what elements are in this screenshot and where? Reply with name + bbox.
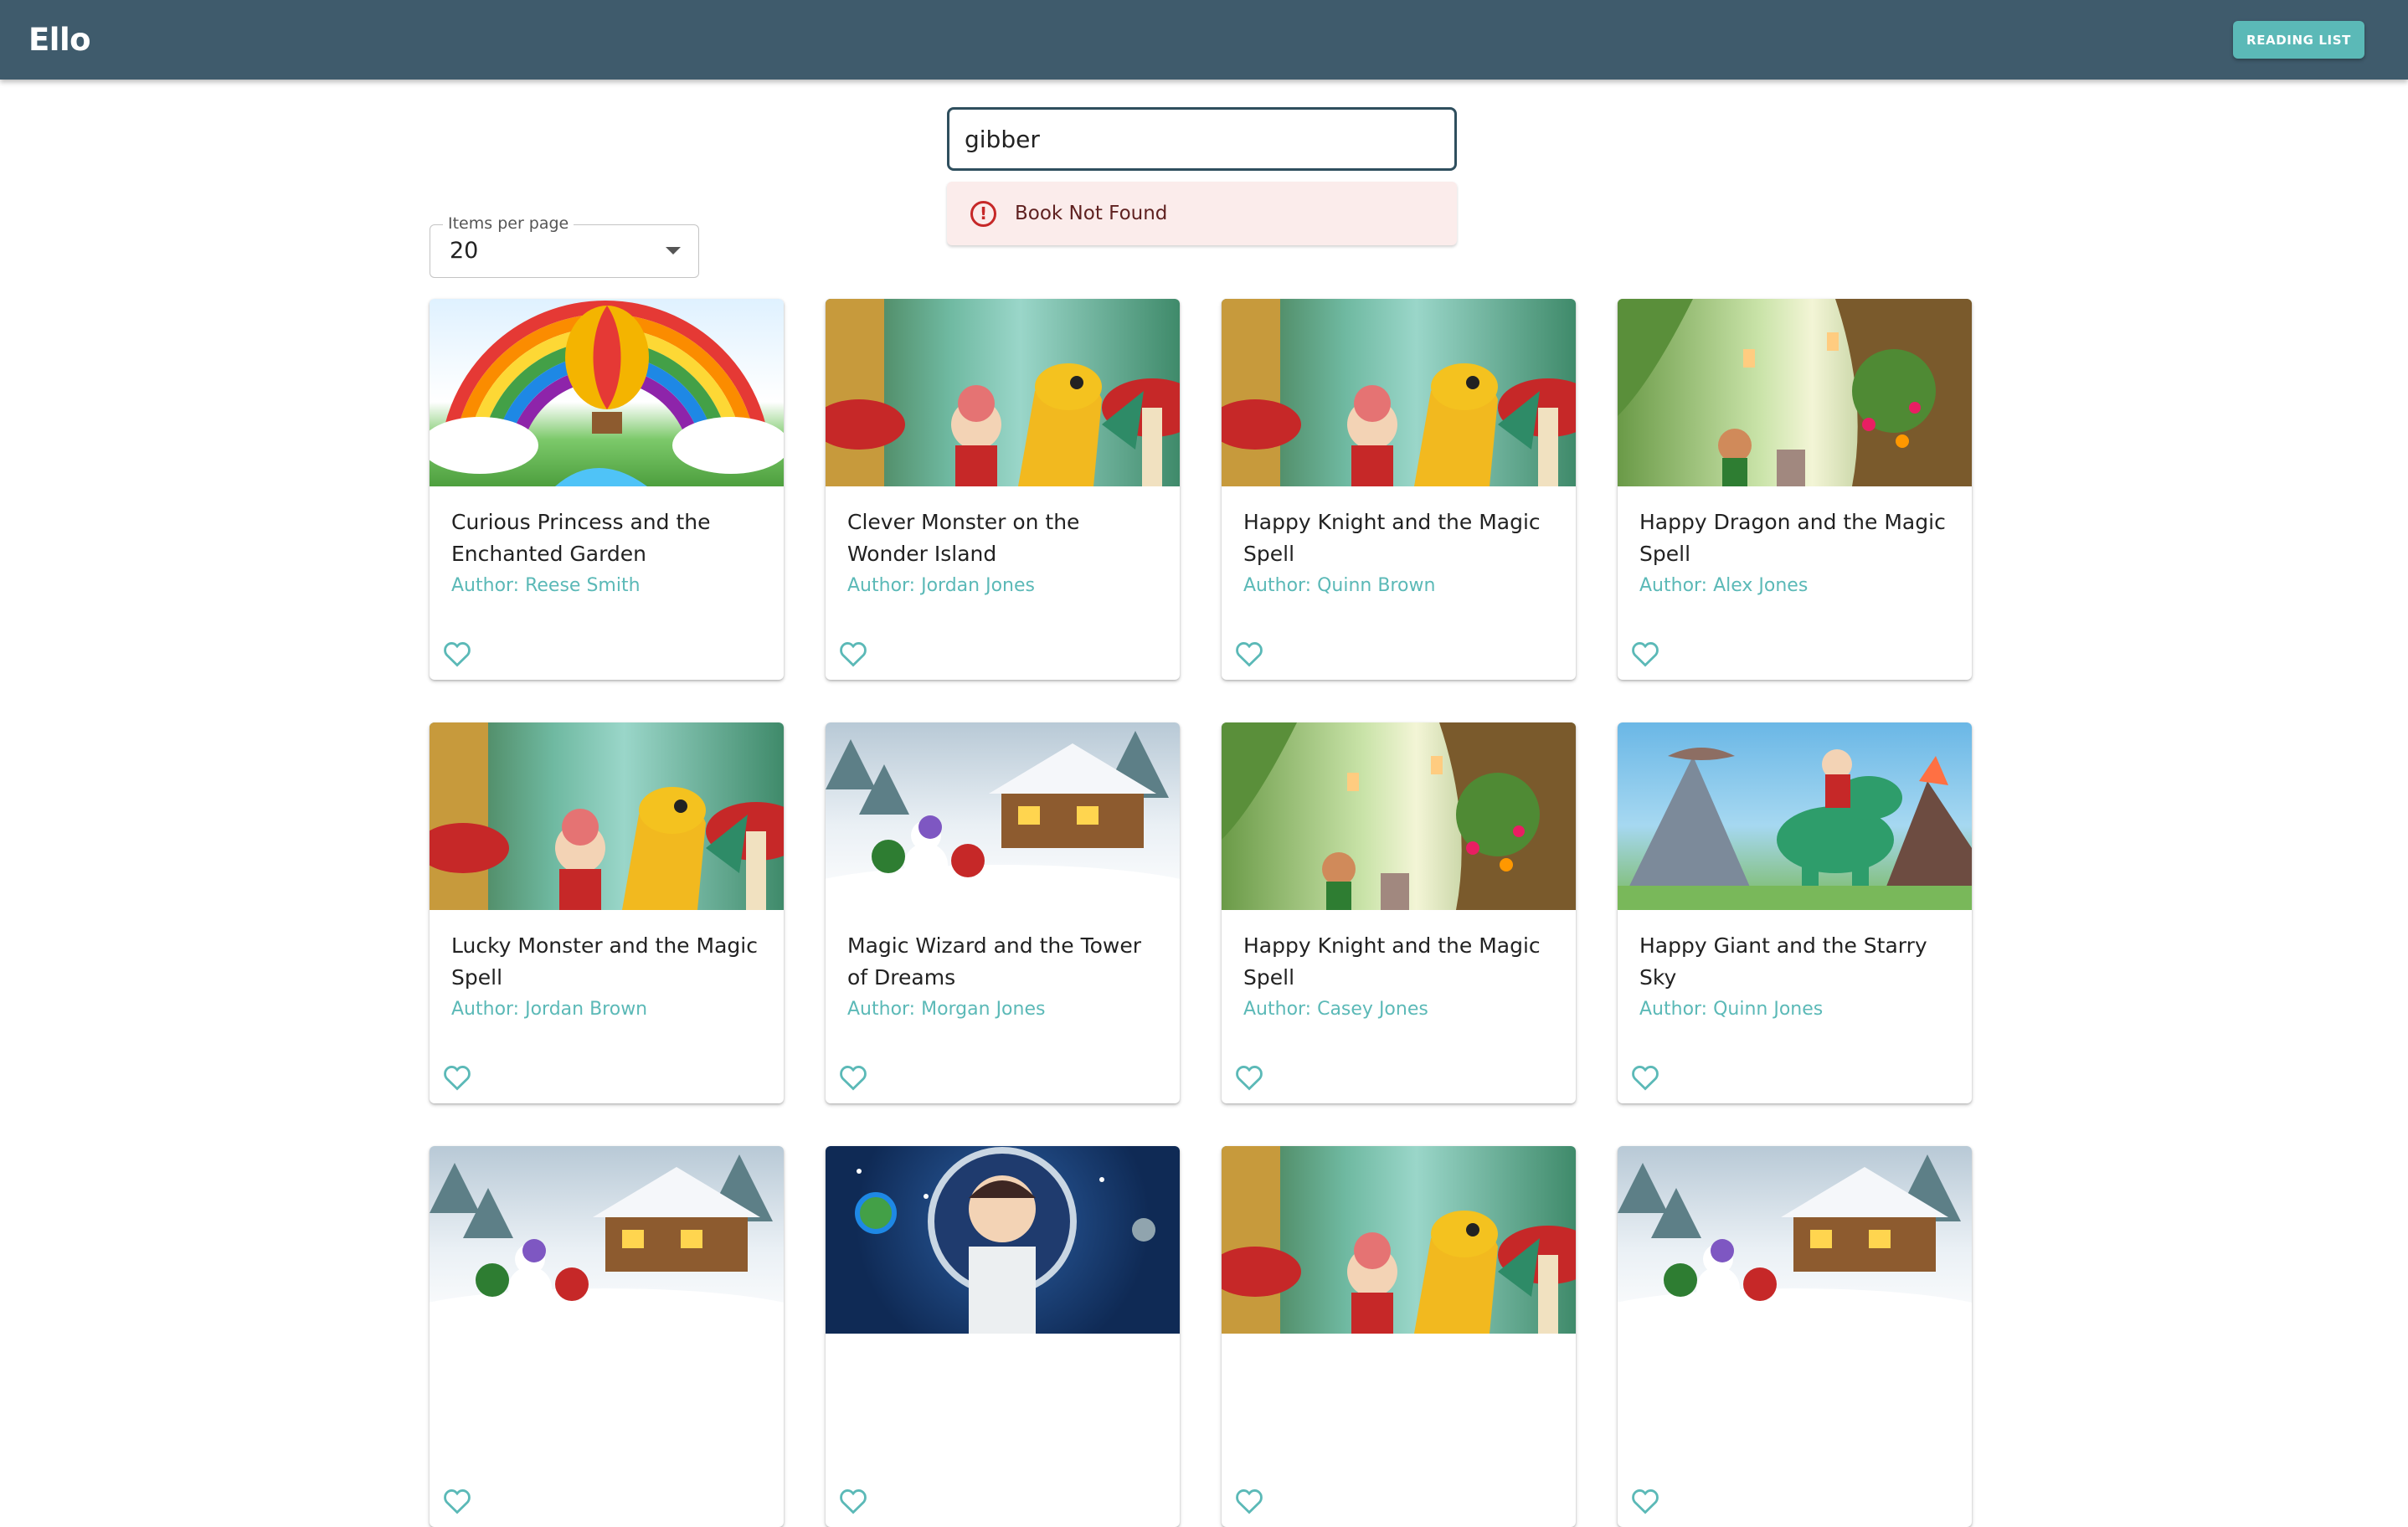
book-title xyxy=(451,1354,762,1417)
book-title: Happy Giant and the Starry Sky xyxy=(1639,933,1927,990)
select-value: 20 xyxy=(450,238,479,264)
favorite-heart-icon[interactable] xyxy=(1233,1485,1265,1517)
book-cover-image xyxy=(430,1146,784,1334)
card-content xyxy=(826,1334,1180,1417)
book-card[interactable] xyxy=(1222,1146,1576,1527)
search-area: ! Book Not Found xyxy=(947,107,1457,245)
favorite-heart-icon[interactable] xyxy=(837,1062,869,1093)
favorite-heart-icon[interactable] xyxy=(1233,638,1265,670)
book-title xyxy=(1243,1354,1554,1417)
card-content: Lucky Monster and the Magic Spell Author:… xyxy=(430,910,784,1020)
card-content: Curious Princess and the Enchanted Garde… xyxy=(430,486,784,596)
book-author: Author: Morgan Jones xyxy=(847,999,1046,1020)
card-content: Happy Knight and the Magic Spell Author: … xyxy=(1222,910,1576,1020)
card-content xyxy=(1222,1334,1576,1417)
favorite-heart-icon[interactable] xyxy=(837,638,869,670)
book-title: Curious Princess and the Enchanted Garde… xyxy=(451,510,711,566)
book-title xyxy=(1639,1354,1950,1417)
book-title: Lucky Monster and the Magic Spell xyxy=(451,933,758,990)
book-title: Happy Dragon and the Magic Spell xyxy=(1639,510,1946,566)
book-title xyxy=(847,1354,1158,1417)
book-card[interactable]: Clever Monster on the Wonder Island Autho… xyxy=(826,299,1180,680)
card-content: Happy Giant and the Starry Sky Author: Qu… xyxy=(1618,910,1972,1020)
book-cover-image xyxy=(826,1146,1180,1334)
book-author: Author: Reese Smith xyxy=(451,575,641,596)
card-content xyxy=(430,1334,784,1417)
favorite-heart-icon[interactable] xyxy=(441,638,473,670)
book-card[interactable]: Happy Knight and the Magic Spell Author: … xyxy=(1222,299,1576,680)
book-author: Author: Jordan Jones xyxy=(847,575,1035,596)
dropdown-arrow-icon xyxy=(666,247,681,254)
book-card[interactable] xyxy=(1618,1146,1972,1527)
favorite-heart-icon[interactable] xyxy=(441,1485,473,1517)
book-card[interactable]: Happy Giant and the Starry Sky Author: Qu… xyxy=(1618,722,1972,1103)
not-found-alert: ! Book Not Found xyxy=(947,182,1457,245)
book-author: Author: Quinn Brown xyxy=(1243,575,1436,596)
book-author: Author: Jordan Brown xyxy=(451,999,648,1020)
book-author: Author: Quinn Jones xyxy=(1639,999,1824,1020)
brand-logo[interactable]: Ello xyxy=(28,22,91,58)
book-card[interactable]: Happy Dragon and the Magic Spell Author: … xyxy=(1618,299,1972,680)
book-cover-image xyxy=(430,722,784,910)
book-cover-image xyxy=(826,722,1180,910)
book-title: Happy Knight and the Magic Spell xyxy=(1243,510,1541,566)
card-content: Happy Dragon and the Magic Spell Author: … xyxy=(1618,486,1972,596)
book-card[interactable]: Magic Wizard and the Tower of Dreams Auth… xyxy=(826,722,1180,1103)
favorite-heart-icon[interactable] xyxy=(441,1062,473,1093)
book-cover-image xyxy=(826,299,1180,486)
alert-message: Book Not Found xyxy=(1015,203,1168,224)
book-cover-image xyxy=(1222,1146,1576,1334)
book-cover-image xyxy=(1222,722,1576,910)
favorite-heart-icon[interactable] xyxy=(1233,1062,1265,1093)
items-per-page-select[interactable]: Items per page 20 xyxy=(430,214,699,278)
card-content: Magic Wizard and the Tower of Dreams Auth… xyxy=(826,910,1180,1020)
card-content: Happy Knight and the Magic Spell Author: … xyxy=(1222,486,1576,596)
book-cover-image xyxy=(430,299,784,486)
card-content xyxy=(1618,1334,1972,1417)
select-label: Items per page xyxy=(443,214,574,233)
book-cover-image xyxy=(1618,1146,1972,1334)
book-card[interactable]: Lucky Monster and the Magic Spell Author:… xyxy=(430,722,784,1103)
favorite-heart-icon[interactable] xyxy=(1629,1062,1661,1093)
book-cover-image xyxy=(1618,299,1972,486)
book-title: Clever Monster on the Wonder Island xyxy=(847,510,1080,566)
app-bar: Ello READING LIST xyxy=(0,0,2408,80)
book-card[interactable]: Happy Knight and the Magic Spell Author: … xyxy=(1222,722,1576,1103)
book-title: Magic Wizard and the Tower of Dreams xyxy=(847,933,1141,990)
book-title: Happy Knight and the Magic Spell xyxy=(1243,933,1541,990)
book-cover-image xyxy=(1618,722,1972,910)
book-author: Author: Alex Jones xyxy=(1639,575,1809,596)
card-content: Clever Monster on the Wonder Island Autho… xyxy=(826,486,1180,596)
search-input[interactable] xyxy=(947,107,1457,171)
book-card[interactable] xyxy=(430,1146,784,1527)
book-card[interactable] xyxy=(826,1146,1180,1527)
book-card[interactable]: Curious Princess and the Enchanted Garde… xyxy=(430,299,784,680)
reading-list-button[interactable]: READING LIST xyxy=(2233,21,2364,59)
book-cover-image xyxy=(1222,299,1576,486)
error-circle-icon: ! xyxy=(970,200,996,227)
favorite-heart-icon[interactable] xyxy=(837,1485,869,1517)
book-author: Author: Casey Jones xyxy=(1243,999,1428,1020)
favorite-heart-icon[interactable] xyxy=(1629,1485,1661,1517)
favorite-heart-icon[interactable] xyxy=(1629,638,1661,670)
